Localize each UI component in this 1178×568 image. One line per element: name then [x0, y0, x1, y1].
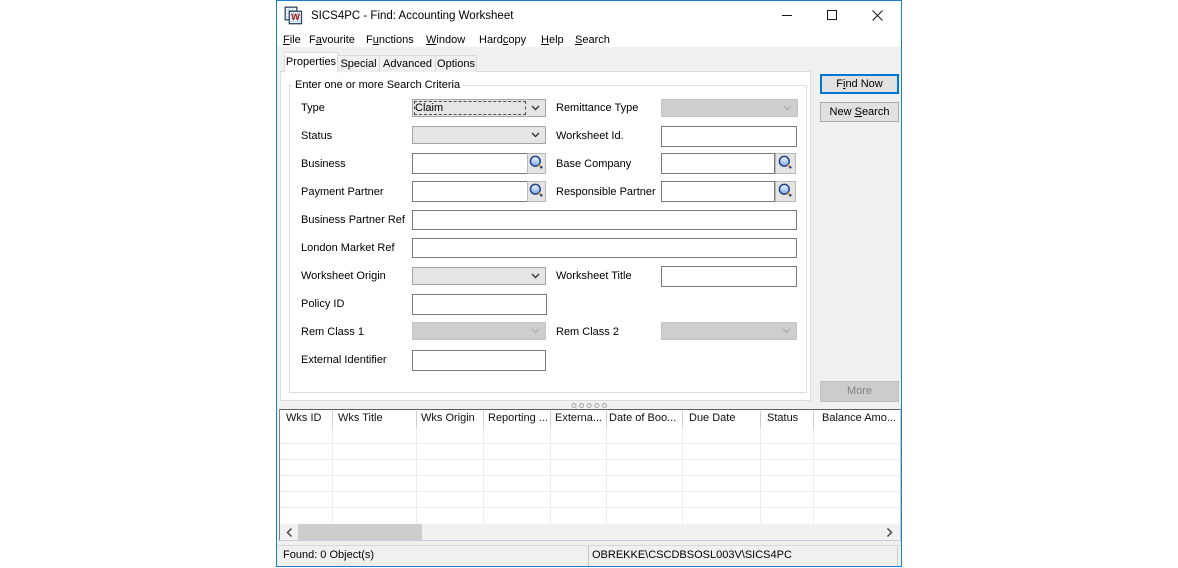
svg-text:W: W — [291, 12, 300, 23]
